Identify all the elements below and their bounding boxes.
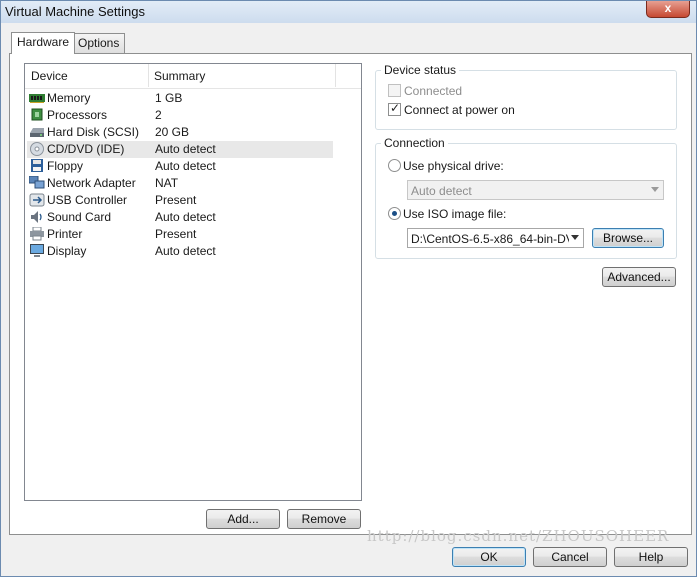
- ok-button[interactable]: OK: [452, 547, 526, 567]
- title-bar[interactable]: Virtual Machine Settings x: [1, 1, 696, 23]
- connect-at-power-on-checkbox[interactable]: ✓: [388, 101, 401, 116]
- device-name: CD/DVD (IDE): [47, 142, 125, 156]
- connected-checkbox[interactable]: [388, 84, 401, 97]
- tab-hardware[interactable]: Hardware: [11, 32, 76, 54]
- physical-drive-select[interactable]: Auto detect: [407, 180, 664, 200]
- device-name: Printer: [47, 227, 83, 241]
- iso-image-path-combo[interactable]: D:\CentOS-6.5-x86_64-bin-DVD: [407, 228, 584, 248]
- memory-icon: [29, 94, 45, 103]
- remove-button-label: Remove: [301, 512, 347, 526]
- device-summary: Auto detect: [155, 159, 216, 173]
- network-adapter-icon: [29, 176, 45, 189]
- device-name: Processors: [47, 108, 108, 122]
- device-summary: 20 GB: [155, 125, 190, 139]
- device-name: USB Controller: [47, 193, 128, 207]
- hard-disk-icon: [30, 128, 44, 137]
- cancel-button[interactable]: Cancel: [533, 547, 607, 567]
- speaker-icon: [31, 211, 42, 223]
- device-row-memory[interactable]: Memory 1 GB: [27, 90, 333, 107]
- device-row-processors[interactable]: Processors 2: [27, 107, 333, 124]
- add-button[interactable]: Add...: [206, 509, 280, 529]
- processor-icon: [31, 108, 43, 121]
- chevron-down-icon: [651, 187, 659, 192]
- device-name: Sound Card: [47, 210, 112, 224]
- connected-label: Connected: [404, 84, 463, 98]
- vm-settings-window: Virtual Machine Settings x Hardware Opti…: [0, 0, 697, 577]
- use-physical-drive-label: Use physical drive:: [403, 159, 504, 173]
- column-header-device[interactable]: Device: [31, 69, 68, 83]
- device-name: Network Adapter: [47, 176, 136, 190]
- device-name: Display: [47, 244, 87, 258]
- usb-icon: [29, 193, 45, 207]
- physical-drive-value: Auto detect: [411, 184, 472, 198]
- device-summary: Present: [155, 227, 197, 241]
- add-button-label: Add...: [227, 512, 259, 526]
- tab-options[interactable]: Options: [72, 33, 126, 53]
- tab-options-label: Options: [78, 36, 120, 50]
- tab-hardware-label: Hardware: [17, 35, 70, 49]
- device-name: Memory: [47, 91, 91, 105]
- cancel-button-label: Cancel: [551, 550, 589, 564]
- chevron-down-icon: [571, 235, 579, 240]
- column-separator[interactable]: [148, 64, 149, 87]
- device-row-display[interactable]: Display Auto detect: [27, 243, 333, 260]
- cd-dvd-icon: [30, 142, 44, 156]
- advanced-button-label: Advanced...: [607, 270, 671, 284]
- window-title: Virtual Machine Settings: [5, 4, 145, 19]
- connection-title: Connection: [381, 136, 448, 150]
- close-button[interactable]: x: [646, 1, 690, 18]
- remove-button[interactable]: Remove: [287, 509, 361, 529]
- advanced-button[interactable]: Advanced...: [602, 267, 676, 287]
- help-button-label: Help: [638, 550, 664, 564]
- device-name: Floppy: [47, 159, 84, 173]
- close-icon: x: [664, 1, 672, 15]
- use-iso-image-label: Use ISO image file:: [403, 207, 507, 221]
- help-button[interactable]: Help: [614, 547, 688, 567]
- dialog-content: Hardware Options Device Summary Memory 1…: [1, 23, 696, 576]
- device-summary: 1 GB: [155, 91, 183, 105]
- floppy-icon: [31, 159, 43, 172]
- checkmark-icon: ✓: [390, 101, 401, 115]
- device-summary: Present: [155, 193, 197, 207]
- use-physical-drive-radio[interactable]: [388, 159, 401, 172]
- connection-group: Connection Use physical drive: Auto dete…: [375, 136, 677, 259]
- column-separator[interactable]: [335, 64, 336, 87]
- device-row-hard-disk[interactable]: Hard Disk (SCSI) 20 GB: [27, 124, 333, 141]
- device-summary: NAT: [155, 176, 179, 190]
- device-status-group: Device status Connected ✓ Connect at pow…: [375, 63, 677, 130]
- use-iso-image-radio[interactable]: [388, 207, 401, 220]
- printer-icon: [30, 227, 44, 241]
- browse-button[interactable]: Browse...: [592, 228, 664, 248]
- browse-button-label: Browse...: [602, 231, 653, 245]
- device-row-floppy[interactable]: Floppy Auto detect: [27, 158, 333, 175]
- device-row-cd-dvd[interactable]: CD/DVD (IDE) Auto detect: [27, 141, 333, 158]
- column-header-summary[interactable]: Summary: [154, 69, 205, 83]
- device-list-header: Device Summary: [25, 64, 361, 89]
- device-status-title: Device status: [381, 63, 460, 77]
- device-row-sound-card[interactable]: Sound Card Auto detect: [27, 209, 333, 226]
- iso-image-path-value: D:\CentOS-6.5-x86_64-bin-DVD: [411, 232, 569, 246]
- device-summary: 2: [155, 108, 162, 122]
- device-name: Hard Disk (SCSI): [47, 125, 140, 139]
- connect-at-power-on-label: Connect at power on: [404, 103, 515, 117]
- ok-button-label: OK: [480, 550, 498, 564]
- device-summary: Auto detect: [155, 244, 216, 258]
- hardware-tab-panel: Device Summary Memory 1 GB Processors 2 …: [9, 53, 692, 535]
- device-summary: Auto detect: [155, 142, 216, 156]
- device-row-usb-controller[interactable]: USB Controller Present: [27, 192, 333, 209]
- device-row-printer[interactable]: Printer Present: [27, 226, 333, 243]
- radio-selected-dot: [392, 211, 397, 216]
- device-list[interactable]: Device Summary Memory 1 GB Processors 2 …: [24, 63, 362, 501]
- device-summary: Auto detect: [155, 210, 216, 224]
- device-row-network-adapter[interactable]: Network Adapter NAT: [27, 175, 333, 192]
- monitor-icon: [30, 244, 44, 257]
